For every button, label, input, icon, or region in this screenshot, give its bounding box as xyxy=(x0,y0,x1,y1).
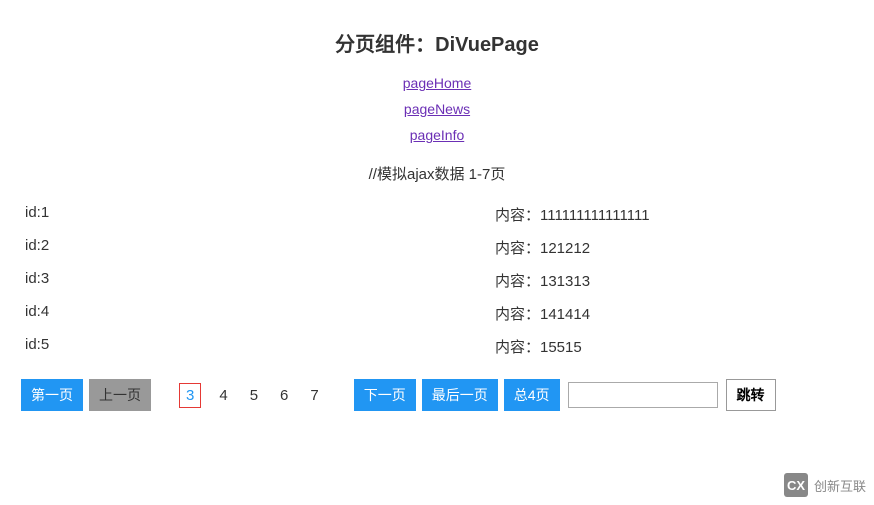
list-item: id:2 内容：121212 xyxy=(25,237,859,258)
page-jump-input[interactable] xyxy=(568,382,718,408)
list-item: id:5 内容：15515 xyxy=(25,336,859,357)
data-content: 内容：131313 xyxy=(495,270,859,291)
nav-links: pageHome pageNews pageInfo xyxy=(15,75,859,143)
page-numbers: 3 4 5 6 7 xyxy=(179,383,323,408)
list-item: id:1 内容：111111111111111 xyxy=(25,204,859,225)
data-id: id:5 xyxy=(25,336,495,357)
link-pageinfo[interactable]: pageInfo xyxy=(15,127,859,143)
list-item: id:3 内容：131313 xyxy=(25,270,859,291)
page-num-6[interactable]: 6 xyxy=(276,385,292,406)
last-page-button[interactable]: 最后一页 xyxy=(422,379,498,411)
list-item: id:4 内容：141414 xyxy=(25,303,859,324)
data-content: 内容：15515 xyxy=(495,336,859,357)
prev-page-button[interactable]: 上一页 xyxy=(89,379,151,411)
page-title: 分页组件：DiVuePage xyxy=(15,28,859,57)
ajax-note: //模拟ajax数据 1-7页 xyxy=(15,163,859,184)
next-page-button[interactable]: 下一页 xyxy=(354,379,416,411)
data-id: id:2 xyxy=(25,237,495,258)
total-pages-badge: 总4页 xyxy=(504,379,560,411)
jump-button[interactable]: 跳转 xyxy=(726,379,776,411)
pagination: 第一页 上一页 3 4 5 6 7 下一页 最后一页 总4页 跳转 xyxy=(21,379,859,411)
page-num-5[interactable]: 5 xyxy=(246,385,262,406)
data-content: 内容：111111111111111 xyxy=(495,204,859,225)
data-id: id:1 xyxy=(25,204,495,225)
page-num-4[interactable]: 4 xyxy=(215,385,231,406)
first-page-button[interactable]: 第一页 xyxy=(21,379,83,411)
watermark-text: 创新互联 xyxy=(814,476,866,495)
data-content: 内容：141414 xyxy=(495,303,859,324)
link-pagenews[interactable]: pageNews xyxy=(15,101,859,117)
data-id: id:4 xyxy=(25,303,495,324)
page-num-7[interactable]: 7 xyxy=(306,385,322,406)
data-content: 内容：121212 xyxy=(495,237,859,258)
page-num-3[interactable]: 3 xyxy=(179,383,201,408)
data-list: id:1 内容：111111111111111 id:2 内容：121212 i… xyxy=(25,204,859,357)
watermark-icon: CX xyxy=(784,473,808,497)
watermark: CX 创新互联 xyxy=(784,473,866,497)
data-id: id:3 xyxy=(25,270,495,291)
link-pagehome[interactable]: pageHome xyxy=(15,75,859,91)
